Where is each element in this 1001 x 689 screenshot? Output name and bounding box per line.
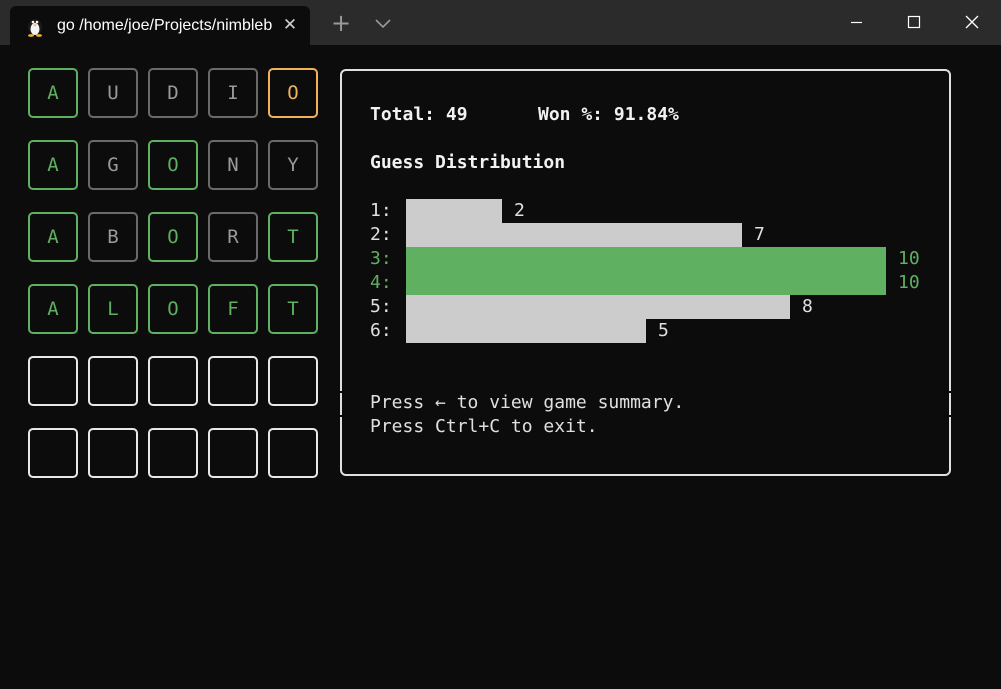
letter-tile: G [88, 140, 138, 190]
summary-hint: Press ← to view game summary. [370, 392, 685, 413]
terminal-tab[interactable]: go /home/joe/Projects/nimbleb ✕ [10, 6, 310, 45]
letter-tile [88, 428, 138, 478]
distribution-title: Guess Distribution [370, 152, 566, 173]
guess-row-label: 5: [370, 296, 392, 317]
letter-tile [28, 428, 78, 478]
title-bar: go /home/joe/Projects/nimbleb ✕ + [0, 0, 1001, 45]
letter-tile [28, 356, 78, 406]
guess-row-label: 3: [370, 248, 392, 269]
panel-border-mark-right [949, 393, 951, 415]
letter-tile [208, 356, 258, 406]
letter-tile: O [148, 212, 198, 262]
guess-bar [406, 223, 742, 247]
letter-tile: F [208, 284, 258, 334]
guess-count: 7 [754, 224, 765, 245]
letter-tile [88, 356, 138, 406]
letter-tile [208, 428, 258, 478]
letter-tile: T [268, 212, 318, 262]
letter-tile [148, 356, 198, 406]
letter-tile [148, 428, 198, 478]
guess-bar [406, 271, 886, 295]
tab-title: go /home/joe/Projects/nimbleb [57, 17, 273, 34]
guess-bar [406, 247, 886, 271]
guess-row-label: 1: [370, 200, 392, 221]
linux-penguin-icon [28, 19, 42, 37]
win-percentage: Won %: 91.84% [538, 104, 679, 125]
letter-tile: U [88, 68, 138, 118]
guess-row-label: 2: [370, 224, 392, 245]
guess-count: 2 [514, 200, 525, 221]
guess-bar [406, 295, 790, 319]
letter-tile: O [148, 284, 198, 334]
exit-hint: Press Ctrl+C to exit. [370, 416, 598, 437]
guess-count: 8 [802, 296, 813, 317]
guess-row-label: 4: [370, 272, 392, 293]
guess-bar [406, 319, 646, 343]
close-window-button[interactable] [943, 0, 1001, 45]
letter-tile: D [148, 68, 198, 118]
guess-count: 10 [898, 248, 920, 269]
guess-count: 10 [898, 272, 920, 293]
letter-tile: A [28, 140, 78, 190]
guess-row-label: 6: [370, 320, 392, 341]
guess-count: 5 [658, 320, 669, 341]
letter-tile: O [268, 68, 318, 118]
letter-tile: T [268, 284, 318, 334]
minimize-button[interactable] [827, 0, 885, 45]
letter-tile: R [208, 212, 258, 262]
close-tab-icon[interactable]: ✕ [280, 15, 300, 35]
letter-tile: I [208, 68, 258, 118]
guess-bar [406, 199, 502, 223]
letter-tile: O [148, 140, 198, 190]
letter-tile: A [28, 212, 78, 262]
letter-tile [268, 428, 318, 478]
chevron-down-icon[interactable] [368, 8, 398, 38]
total-games: Total: 49 [370, 104, 468, 125]
new-tab-button[interactable]: + [326, 8, 356, 38]
letter-tile: B [88, 212, 138, 262]
panel-border-mark-left [340, 393, 342, 415]
letter-tile: A [28, 68, 78, 118]
terminal-window: go /home/joe/Projects/nimbleb ✕ + AUDIOA… [0, 0, 1001, 689]
letter-tile [268, 356, 318, 406]
letter-tile: Y [268, 140, 318, 190]
maximize-button[interactable] [885, 0, 943, 45]
letter-tile: N [208, 140, 258, 190]
letter-tile: L [88, 284, 138, 334]
letter-tile: A [28, 284, 78, 334]
